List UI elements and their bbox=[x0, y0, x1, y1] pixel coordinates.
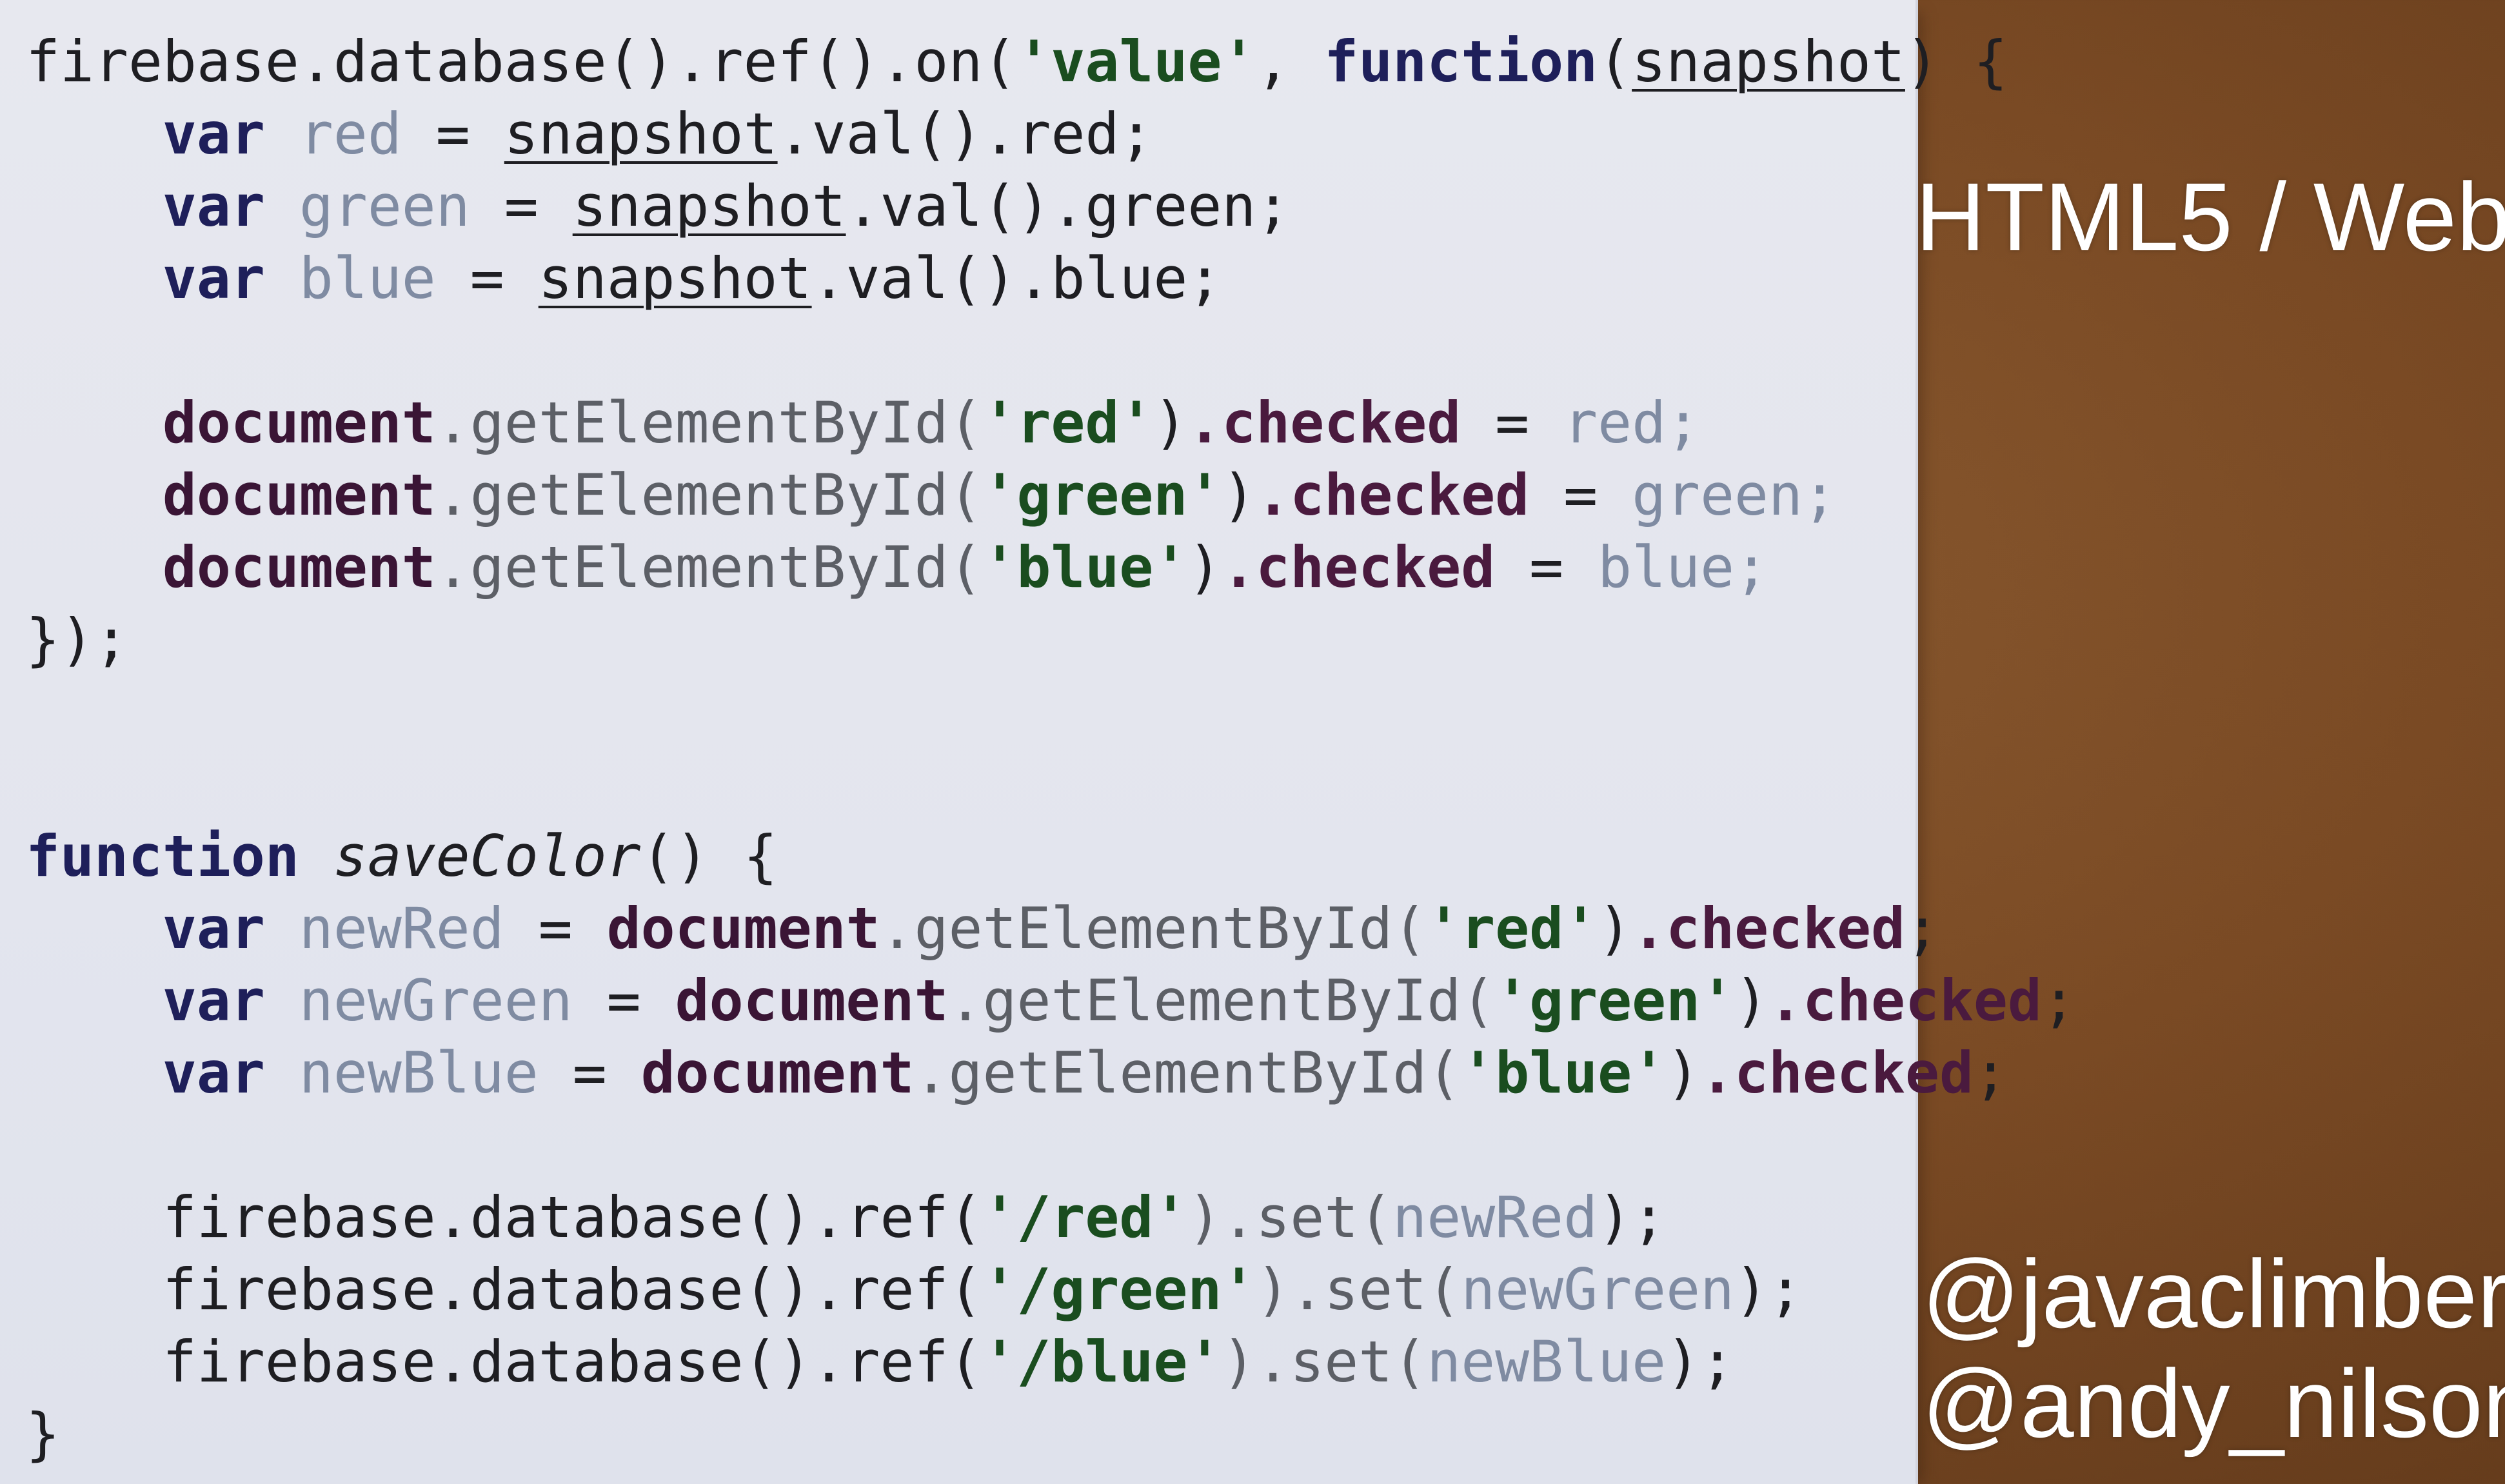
code-line: document.getElementById('blue').checked … bbox=[162, 534, 1769, 600]
code-line: firebase.database().ref('/green').set(ne… bbox=[162, 1256, 1803, 1323]
code-line: var red = snapshot.val().red; bbox=[162, 101, 1154, 167]
code-panel: firebase.database().ref().on('value', fu… bbox=[0, 0, 2076, 1484]
slide-title: HTML5 / Web bbox=[1916, 163, 2505, 271]
code-line: var blue = snapshot.val().blue; bbox=[162, 245, 1222, 312]
code-line: function saveColor() { bbox=[26, 823, 778, 889]
author-handle: @andy_nilson bbox=[1922, 1349, 2505, 1458]
code-line: firebase.database().ref().on('value', fu… bbox=[26, 28, 2008, 95]
code-line: firebase.database().ref('/blue').set(new… bbox=[162, 1329, 1735, 1395]
code-line: var newRed = document.getElementById('re… bbox=[162, 895, 1939, 962]
code-line: document.getElementById('green').checked… bbox=[162, 462, 1837, 528]
code-line: var newBlue = document.getElementById('b… bbox=[162, 1040, 2008, 1106]
code-block: firebase.database().ref().on('value', fu… bbox=[26, 26, 2076, 1470]
code-line: } bbox=[26, 1401, 60, 1467]
code-line: var green = snapshot.val().green; bbox=[162, 173, 1291, 239]
code-line: document.getElementById('red').checked =… bbox=[162, 390, 1701, 456]
author-handle: @javaclimber bbox=[1922, 1240, 2505, 1348]
code-line: }); bbox=[26, 606, 128, 673]
code-line: firebase.database().ref('/red').set(newR… bbox=[162, 1184, 1667, 1251]
code-line: var newGreen = document.getElementById('… bbox=[162, 967, 2076, 1034]
